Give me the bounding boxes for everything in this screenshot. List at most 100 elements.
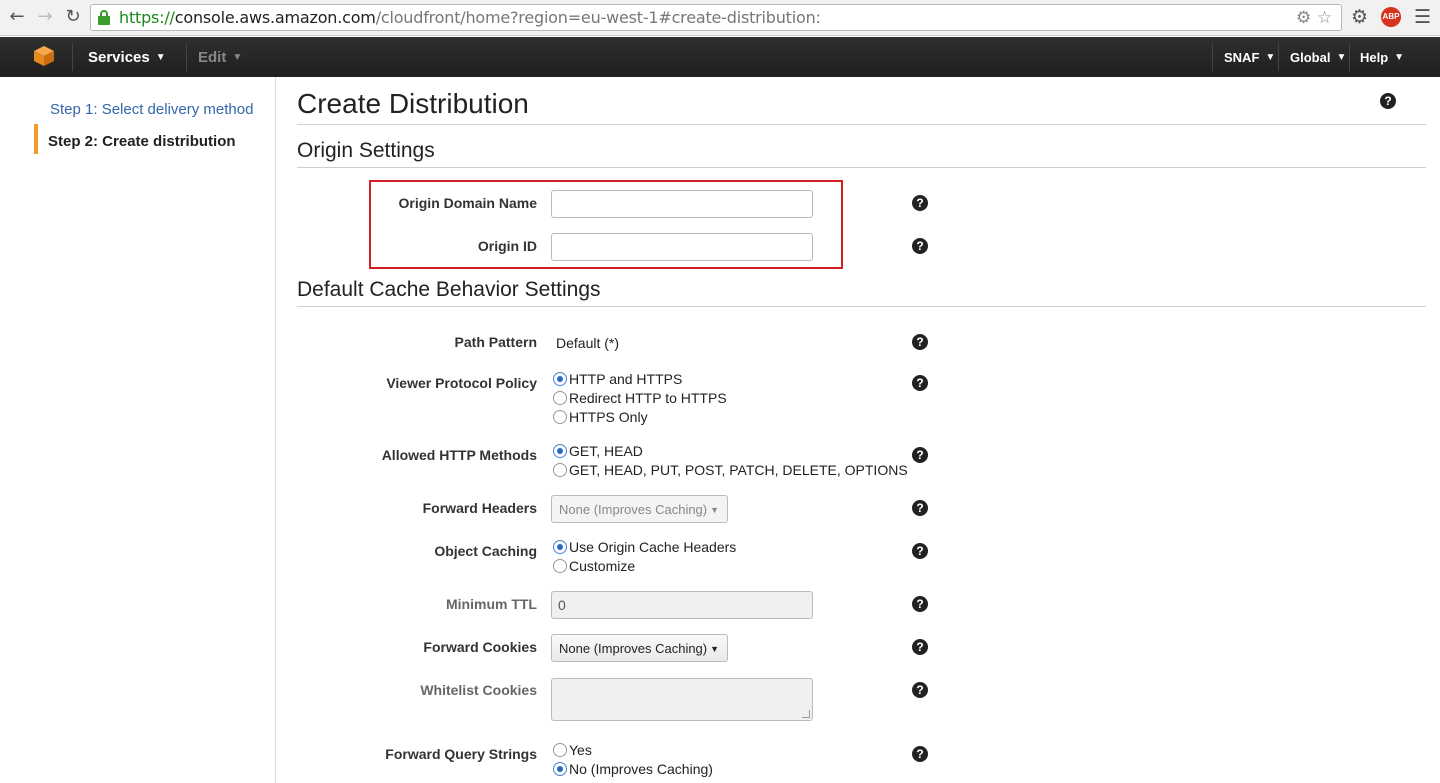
select-value: None (Improves Caching)	[559, 502, 708, 517]
help-icon[interactable]: ?	[912, 334, 928, 350]
radio-label: HTTP and HTTPS	[569, 371, 683, 387]
whitelist-cookies-label: Whitelist Cookies	[420, 682, 537, 698]
divider	[297, 306, 1426, 307]
active-step-marker	[34, 124, 38, 154]
chevron-down-icon: ▼	[1336, 52, 1347, 63]
help-menu[interactable]: Help ▼	[1360, 50, 1404, 65]
radio-label: HTTPS Only	[569, 409, 648, 425]
radio-label: Use Origin Cache Headers	[569, 539, 737, 555]
step-select-delivery-method[interactable]: Step 1: Select delivery method	[50, 101, 253, 118]
help-icon[interactable]: ?	[912, 682, 928, 698]
help-icon[interactable]: ?	[912, 500, 928, 516]
origin-domain-name-label: Origin Domain Name	[398, 195, 537, 211]
help-icon[interactable]: ?	[912, 746, 928, 762]
url-protocol: https://	[119, 8, 175, 27]
help-icon[interactable]: ?	[912, 238, 928, 254]
radio-http-and-https[interactable]: HTTP and HTTPS	[553, 371, 682, 390]
radio-label: Customize	[569, 558, 636, 574]
allowed-http-methods-label: Allowed HTTP Methods	[381, 447, 537, 463]
origin-id-input[interactable]	[551, 233, 813, 261]
page-help-icon[interactable]: ?	[1380, 93, 1396, 109]
region-label: Global	[1290, 50, 1331, 65]
radio-button[interactable]	[553, 559, 567, 573]
radio-https-only[interactable]: HTTPS Only	[553, 409, 648, 428]
radio-label: Yes	[569, 742, 592, 758]
cache-behavior-heading: Default Cache Behavior Settings	[297, 278, 601, 301]
radio-query-no[interactable]: No (Improves Caching)	[553, 761, 713, 780]
radio-get-head[interactable]: GET, HEAD	[553, 443, 643, 462]
services-menu[interactable]: Services ▼	[88, 49, 166, 66]
forward-icon[interactable]: →	[34, 6, 56, 28]
radio-label: GET, HEAD, PUT, POST, PATCH, DELETE, OPT…	[569, 462, 908, 478]
divider	[297, 124, 1426, 125]
resize-handle[interactable]	[802, 710, 810, 718]
object-caching-label: Object Caching	[434, 543, 537, 559]
radio-redirect-http-to-https[interactable]: Redirect HTTP to HTTPS	[553, 390, 727, 409]
browser-toolbar: ← → ↻ https://console.aws.amazon.com/clo…	[0, 0, 1440, 36]
whitelist-cookies-textarea[interactable]	[551, 678, 813, 721]
page-title: Create Distribution	[297, 88, 529, 119]
region-menu[interactable]: Global ▼	[1290, 50, 1346, 65]
path-pattern-label: Path Pattern	[454, 334, 537, 350]
back-icon[interactable]: ←	[6, 6, 28, 28]
lock-icon	[97, 10, 111, 25]
menu-icon[interactable]: ☰	[1414, 6, 1431, 28]
radio-button[interactable]	[553, 410, 567, 424]
caret-down-icon: ▼	[710, 505, 720, 515]
url-text[interactable]: https://console.aws.amazon.com/cloudfron…	[119, 9, 821, 27]
adblock-icon[interactable]: ABP	[1381, 7, 1401, 27]
radio-button[interactable]	[553, 540, 567, 554]
help-icon[interactable]: ?	[912, 195, 928, 211]
account-label: SNAF	[1224, 50, 1260, 65]
help-icon[interactable]: ?	[912, 596, 928, 612]
forward-headers-select[interactable]: None (Improves Caching) ▼	[551, 495, 728, 523]
reload-icon[interactable]: ↻	[62, 6, 84, 28]
radio-button[interactable]	[553, 372, 567, 386]
edit-menu[interactable]: Edit ▼	[198, 49, 242, 66]
step-create-distribution: Step 2: Create distribution	[48, 133, 236, 150]
origin-domain-name-input[interactable]	[551, 190, 813, 218]
url-path: /cloudfront/home?region=eu-west-1#create…	[375, 8, 821, 27]
path-pattern-value: Default (*)	[556, 335, 620, 351]
radio-button[interactable]	[553, 463, 567, 477]
origin-settings-heading: Origin Settings	[297, 139, 435, 162]
chevron-down-icon: ▼	[1265, 52, 1276, 63]
viewer-protocol-policy-label: Viewer Protocol Policy	[386, 375, 537, 391]
aws-cube-icon[interactable]	[33, 45, 55, 67]
radio-button[interactable]	[553, 743, 567, 757]
address-bar[interactable]: https://console.aws.amazon.com/cloudfron…	[90, 4, 1342, 31]
services-label: Services	[88, 49, 150, 66]
chevron-down-icon: ▼	[155, 52, 166, 63]
radio-button[interactable]	[553, 762, 567, 776]
account-menu[interactable]: SNAF ▼	[1224, 50, 1275, 65]
forward-headers-label: Forward Headers	[422, 500, 537, 516]
forward-cookies-select[interactable]: None (Improves Caching) ▼	[551, 634, 728, 662]
wizard-sidebar: Step 1: Select delivery method Step 2: C…	[0, 77, 276, 783]
page-settings-icon[interactable]: ⚙	[1296, 8, 1311, 28]
aws-navbar: Services ▼ Edit ▼ SNAF ▼ Global ▼ Help ▼	[0, 37, 1440, 77]
minimum-ttl-input[interactable]	[551, 591, 813, 619]
help-icon[interactable]: ?	[912, 639, 928, 655]
help-label: Help	[1360, 50, 1389, 65]
edit-label: Edit	[198, 49, 227, 66]
radio-button[interactable]	[553, 391, 567, 405]
help-icon[interactable]: ?	[912, 375, 928, 391]
bookmark-star-icon[interactable]: ☆	[1317, 8, 1332, 28]
origin-id-label: Origin ID	[477, 238, 537, 254]
forward-query-strings-label: Forward Query Strings	[385, 746, 537, 762]
chevron-down-icon: ▼	[1394, 52, 1405, 63]
radio-customize[interactable]: Customize	[553, 558, 635, 577]
help-icon[interactable]: ?	[912, 543, 928, 559]
url-host: console.aws.amazon.com	[174, 8, 376, 27]
settings-gear-icon[interactable]: ⚙	[1351, 6, 1368, 28]
radio-button[interactable]	[553, 444, 567, 458]
minimum-ttl-label: Minimum TTL	[446, 596, 537, 612]
help-icon[interactable]: ?	[912, 447, 928, 463]
radio-use-origin-cache-headers[interactable]: Use Origin Cache Headers	[553, 539, 736, 558]
select-value: None (Improves Caching)	[559, 641, 708, 656]
radio-label: No (Improves Caching)	[569, 761, 713, 777]
caret-down-icon: ▼	[710, 644, 720, 654]
radio-all-methods[interactable]: GET, HEAD, PUT, POST, PATCH, DELETE, OPT…	[553, 462, 908, 481]
radio-query-yes[interactable]: Yes	[553, 742, 592, 761]
forward-cookies-label: Forward Cookies	[423, 639, 537, 655]
